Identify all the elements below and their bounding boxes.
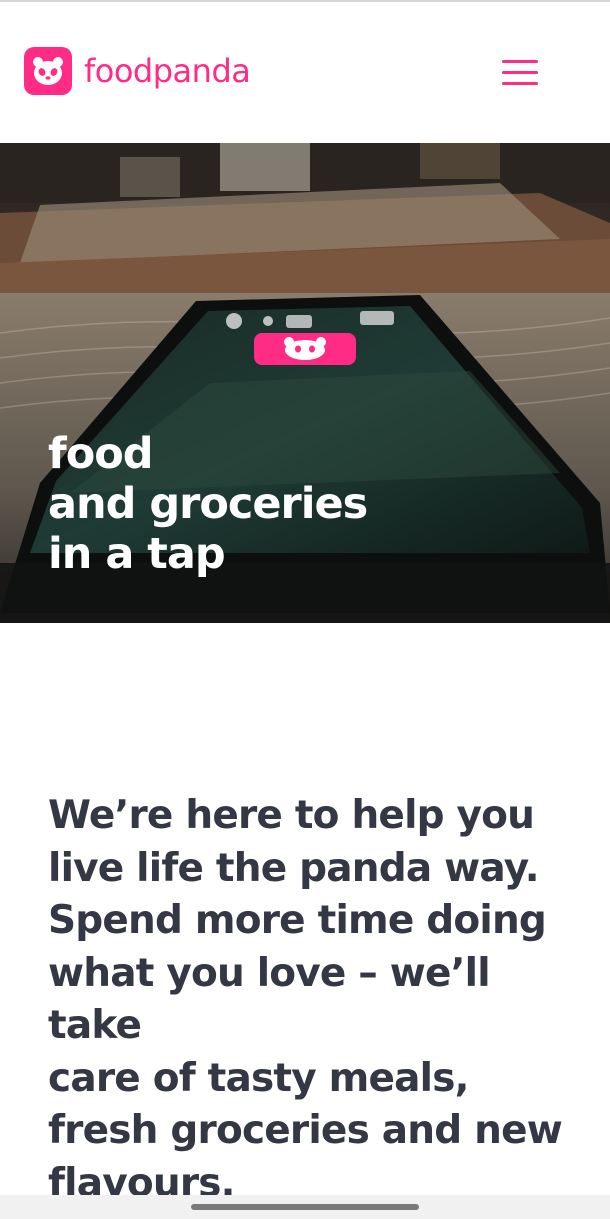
hero-headline-line: and groceries <box>48 479 368 529</box>
home-gesture-handle[interactable] <box>191 1204 419 1210</box>
hero-headline-line: food <box>48 429 154 479</box>
panda-face-icon <box>24 47 72 95</box>
page: foodpanda food and groceries in a tap We… <box>0 0 610 1219</box>
hero-headline: food and groceries in a tap <box>48 429 368 579</box>
system-navigation-bar <box>0 1195 610 1219</box>
intro-paragraph: We’re here to help you live life the pan… <box>48 793 563 1206</box>
hero-headline-line: in a tap <box>48 529 226 579</box>
foodpanda-app-icon <box>254 333 356 365</box>
hero-banner: food and groceries in a tap <box>0 143 610 623</box>
brand-logo-link[interactable]: foodpanda <box>24 47 251 95</box>
site-header: foodpanda <box>0 2 610 143</box>
hamburger-menu-icon[interactable] <box>496 54 544 94</box>
brand-name: foodpanda <box>84 52 251 90</box>
